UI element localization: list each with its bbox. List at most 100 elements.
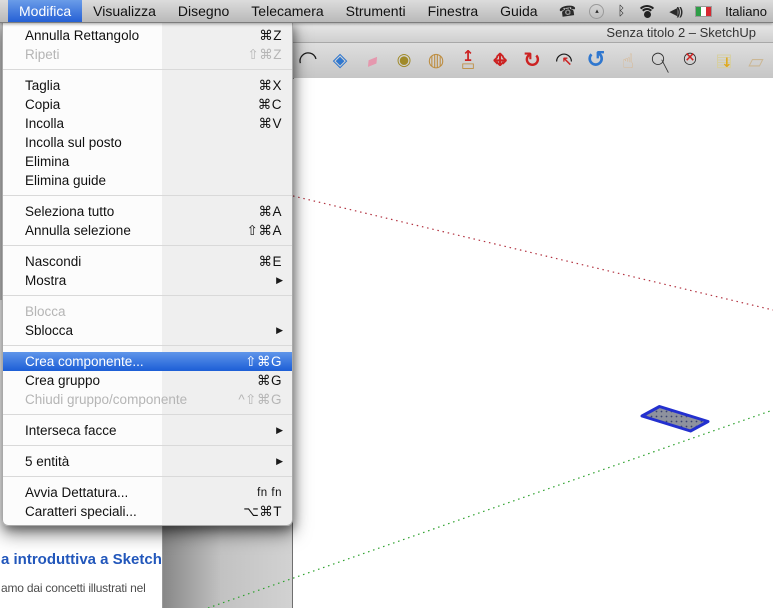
eraser-tool-glyph: ▰	[363, 51, 380, 70]
menu-item-seleziona-tutto[interactable]: Seleziona tutto⌘A	[3, 202, 292, 221]
arc-tool-icon[interactable]: ◠	[295, 47, 321, 75]
menu-item-label: Incolla	[25, 116, 64, 131]
rotate-tool-icon[interactable]: ↻	[519, 47, 545, 75]
menubar-item-disegno[interactable]: Disegno	[167, 0, 240, 22]
menu-item-copia[interactable]: Copia ⌘C	[3, 95, 292, 114]
menu-item-label: Sblocca	[25, 323, 73, 338]
pan-tool-glyph: ☝	[622, 51, 634, 71]
paint-bucket-tool-icon[interactable]: ◍	[423, 47, 449, 75]
paint-bucket-tool-glyph: ◍	[428, 51, 445, 70]
push-pull-tool-icon[interactable]: ▭↥	[455, 47, 481, 75]
instructor-heading-link[interactable]: a introduttiva a SketchU	[1, 551, 163, 568]
menu-item-crea-componente[interactable]: Crea componente...⇧⌘G	[3, 352, 292, 371]
menu-separator	[3, 190, 292, 202]
menu-item-taglia[interactable]: Taglia ⌘X	[3, 76, 292, 95]
menu-item-incolla[interactable]: Incolla⌘V	[3, 114, 292, 133]
menu-item-5-entità[interactable]: 5 entità ▶	[3, 452, 292, 471]
move-tool-icon[interactable]: ↔↕	[487, 47, 513, 75]
zoom-tool-overlay-glyph: ╲	[652, 53, 678, 81]
menu-item-shortcut: ⌘X	[258, 78, 282, 94]
menu-item-elimina-guide[interactable]: Elimina guide	[3, 171, 292, 190]
menu-item-blocca[interactable]: Blocca	[3, 302, 292, 321]
input-language-label[interactable]: Italiano	[725, 4, 767, 19]
menu-separator	[3, 409, 292, 421]
zoom-tool-icon[interactable]: ○╲	[647, 47, 673, 75]
menu-item-label: 5 entità	[25, 454, 69, 469]
zoom-extents-tool-icon[interactable]: ○×	[679, 47, 705, 75]
menu-item-shortcut: ^⇧⌘G	[238, 392, 282, 408]
menu-item-sblocca[interactable]: Sblocca ▶	[3, 321, 292, 340]
orbit-tool-icon[interactable]: ↺	[583, 47, 609, 75]
offset-tool-icon[interactable]: ◠↖	[551, 47, 577, 75]
pan-tool-icon[interactable]: ☝	[615, 47, 641, 75]
menubar-item-telecamera[interactable]: Telecamera	[240, 0, 334, 22]
menu-item-label: Nascondi	[25, 254, 81, 269]
menu-item-label: Seleziona tutto	[25, 204, 114, 219]
menu-item-annulla-selezione[interactable]: Annulla selezione ⇧⌘A	[3, 221, 292, 240]
rotate-tool-glyph: ↻	[523, 50, 541, 71]
menubar-item-strumenti[interactable]: Strumenti	[335, 0, 417, 22]
menu-item-label: Ripeti	[25, 47, 60, 62]
sync-status-icon[interactable]: ▴	[589, 4, 604, 19]
menu-item-label: Elimina guide	[25, 173, 106, 188]
volume-icon[interactable]: ◀))	[669, 5, 682, 18]
menu-item-shortcut: fn fn	[257, 487, 282, 499]
menu-separator	[3, 64, 292, 76]
menu-item-label: Mostra	[25, 273, 66, 288]
menu-item-incolla-sul-posto[interactable]: Incolla sul posto	[3, 133, 292, 152]
menu-separator	[3, 340, 292, 352]
menu-item-shortcut: ⌘G	[257, 373, 282, 389]
menubar-items: ModificaVisualizzaDisegnoTelecameraStrum…	[8, 0, 549, 22]
submenu-arrow-icon: ▶	[276, 325, 283, 336]
menu-item-label: Avvia Dettatura...	[25, 485, 128, 500]
phone-icon[interactable]: ☎	[558, 1, 578, 20]
menu-item-crea-gruppo[interactable]: Crea gruppo⌘G	[3, 371, 292, 390]
menu-item-shortcut: ⌘Z	[259, 28, 282, 44]
menu-item-avvia-dettatura[interactable]: Avvia Dettatura... fn fn	[3, 483, 292, 502]
face-tool-glyph: ▱	[748, 51, 763, 71]
menu-item-ripeti[interactable]: Ripeti ⇧⌘Z	[3, 45, 292, 64]
face-tool-icon[interactable]: ▱	[743, 47, 769, 75]
zoom-extents-tool-overlay-glyph: ×	[677, 44, 703, 72]
wifi-icon[interactable]	[638, 5, 656, 18]
tape-measure-tool-icon[interactable]: ◉	[391, 47, 417, 75]
menu-separator	[3, 440, 292, 452]
tape-measure-tool-glyph: ◉	[397, 52, 412, 69]
previous-view-tool-icon[interactable]: ▤↓	[711, 47, 737, 75]
menu-item-shortcut: ⇧⌘G	[245, 354, 282, 370]
menu-item-mostra[interactable]: Mostra▶	[3, 271, 292, 290]
menu-separator	[3, 471, 292, 483]
menu-item-shortcut: ⌘E	[258, 254, 282, 270]
menu-item-shortcut: ⌘C	[258, 97, 282, 113]
rectangle-tool-icon[interactable]: ◈	[327, 47, 353, 75]
menubar-item-finestra[interactable]: Finestra	[417, 0, 490, 22]
menubar-item-modifica[interactable]: Modifica	[8, 0, 82, 22]
submenu-arrow-icon: ▶	[276, 456, 283, 467]
menu-item-interseca-facce[interactable]: Interseca facce▶	[3, 421, 292, 440]
menu-item-label: Taglia	[25, 78, 60, 93]
menu-item-caratteri-speciali[interactable]: Caratteri speciali...⌥⌘T	[3, 502, 292, 521]
menubar-item-visualizza[interactable]: Visualizza	[82, 0, 167, 22]
menu-separator	[3, 240, 292, 252]
menu-item-elimina[interactable]: Elimina	[3, 152, 292, 171]
instructor-body-text: amo dai concetti illustrati nel	[1, 581, 163, 595]
italian-flag-icon[interactable]	[695, 6, 712, 17]
move-tool-overlay-glyph: ↕	[487, 47, 513, 75]
sketchup-toolbar: ◠ ◈ ▰ ◉ ◍ ▭↥↔↕ ↻ ◠↖↺ ☝ ○╲○×▤↓ ▱	[293, 43, 773, 79]
menu-item-chiudi-gruppo-componente[interactable]: Chiudi gruppo/componente ^⇧⌘G	[3, 390, 292, 409]
bluetooth-icon[interactable]: ᛒ	[617, 4, 625, 19]
menu-item-nascondi[interactable]: Nascondi ⌘E	[3, 252, 292, 271]
eraser-tool-icon[interactable]: ▰	[359, 47, 385, 75]
menu-item-label: Annulla selezione	[25, 223, 131, 238]
menu-item-shortcut: ⇧⌘A	[247, 223, 282, 239]
menu-item-shortcut: ⇧⌘Z	[247, 47, 282, 63]
drawing-canvas[interactable]	[294, 78, 773, 608]
menubar-item-guida[interactable]: Guida	[489, 0, 548, 22]
offset-tool-overlay-glyph: ↖	[554, 49, 580, 77]
window-titlebar[interactable]: Senza titolo 2 – SketchUp	[293, 22, 773, 43]
menu-item-label: Copia	[25, 97, 60, 112]
menu-item-annulla-rettangolo[interactable]: Annulla Rettangolo⌘Z	[3, 26, 292, 45]
modifica-dropdown-menu: Annulla Rettangolo⌘ZRipeti⇧⌘ZTaglia⌘XCop…	[2, 22, 293, 526]
menu-item-label: Chiudi gruppo/componente	[25, 392, 187, 407]
rectangle-tool-glyph: ◈	[333, 51, 348, 70]
